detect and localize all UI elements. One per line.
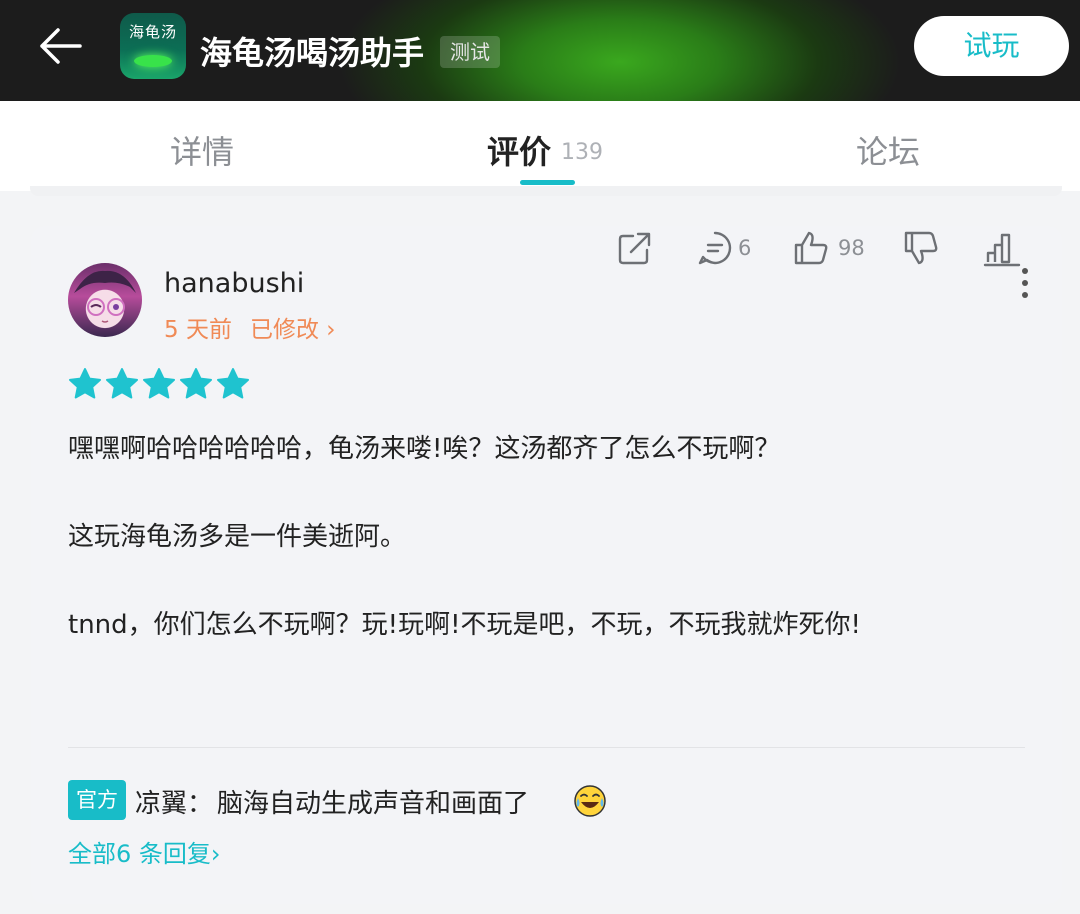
review-paragraph: tnnd，你们怎么不玩啊？玩!玩啊!不玩是吧，不玩，不玩我就炸死你! bbox=[68, 610, 861, 640]
comment-button[interactable]: 6 bbox=[697, 226, 757, 270]
tab-reviews[interactable]: 评价 139 bbox=[487, 127, 603, 173]
star-icon bbox=[69, 368, 101, 399]
try-play-button[interactable]: 试玩 bbox=[914, 16, 1069, 76]
back-arrow-icon[interactable] bbox=[38, 26, 84, 66]
review-card: hanabushi 5 天前 已修改 › 嘿嘿啊哈哈哈哈哈哈，龟汤来喽!唉？这汤都… bbox=[31, 226, 1062, 904]
thumbs-down-icon bbox=[904, 231, 938, 265]
share-icon bbox=[618, 232, 651, 265]
like-button[interactable]: 98 bbox=[793, 226, 865, 270]
share-button[interactable] bbox=[617, 226, 653, 270]
all-replies-link[interactable]: 全部6 条回复› bbox=[68, 834, 221, 869]
like-count: 98 bbox=[838, 236, 865, 260]
official-badge: 官方 bbox=[68, 780, 126, 820]
app-icon-text: 海龟汤 bbox=[128, 23, 177, 41]
review-time: 5 天前 bbox=[164, 317, 232, 343]
review-meta: 5 天前 已修改 › bbox=[164, 310, 335, 344]
star-icon bbox=[143, 368, 175, 399]
beta-badge: 测试 bbox=[440, 36, 500, 68]
avatar[interactable] bbox=[68, 263, 142, 337]
reply-divider bbox=[68, 747, 1025, 748]
app-icon[interactable]: 海龟汤 bbox=[120, 13, 186, 79]
app-title: 海龟汤喝汤助手 bbox=[200, 34, 425, 72]
reply-author[interactable]: 凉翼： bbox=[135, 783, 213, 820]
review-paragraph: 这玩海龟汤多是一件美逝阿。 bbox=[68, 522, 407, 552]
thumbs-up-icon bbox=[794, 231, 828, 265]
stats-button[interactable] bbox=[983, 226, 1021, 270]
avatar-face-icon bbox=[74, 270, 136, 323]
edited-link[interactable]: 已修改 › bbox=[250, 317, 336, 343]
dislike-button[interactable] bbox=[903, 226, 939, 270]
app-review-page: 海龟汤 海龟汤喝汤助手 测试 试玩 详情 评价 139 论坛 hanabushi … bbox=[0, 0, 1080, 914]
app-icon-glow bbox=[134, 55, 172, 67]
tab-reviews-label: 评价 bbox=[487, 133, 552, 171]
review-username[interactable]: hanabushi bbox=[164, 268, 304, 299]
star-icon bbox=[180, 368, 212, 399]
tab-forum[interactable]: 论坛 bbox=[856, 127, 920, 173]
comment-icon bbox=[698, 231, 732, 265]
tab-reviews-count: 139 bbox=[561, 140, 604, 165]
tab-bar: 详情 评价 139 论坛 bbox=[0, 101, 1080, 191]
more-options-icon[interactable] bbox=[1013, 266, 1037, 300]
app-header: 海龟汤 海龟汤喝汤助手 测试 试玩 bbox=[0, 0, 1080, 101]
star-icon bbox=[106, 368, 138, 399]
active-tab-indicator bbox=[520, 180, 575, 185]
star-rating bbox=[68, 367, 253, 401]
reply-text: 脑海自动生成声音和画面了 bbox=[217, 789, 530, 819]
star-icon bbox=[217, 368, 249, 399]
tab-details[interactable]: 详情 bbox=[170, 127, 234, 173]
laughing-tears-emoji-icon bbox=[574, 785, 606, 817]
review-paragraph: 嘿嘿啊哈哈哈哈哈哈，龟汤来喽!唉？这汤都齐了怎么不玩啊？ bbox=[68, 434, 781, 464]
bar-chart-icon bbox=[983, 233, 1021, 267]
tab-bar-shadow bbox=[30, 186, 1062, 196]
comment-count: 6 bbox=[738, 236, 752, 260]
